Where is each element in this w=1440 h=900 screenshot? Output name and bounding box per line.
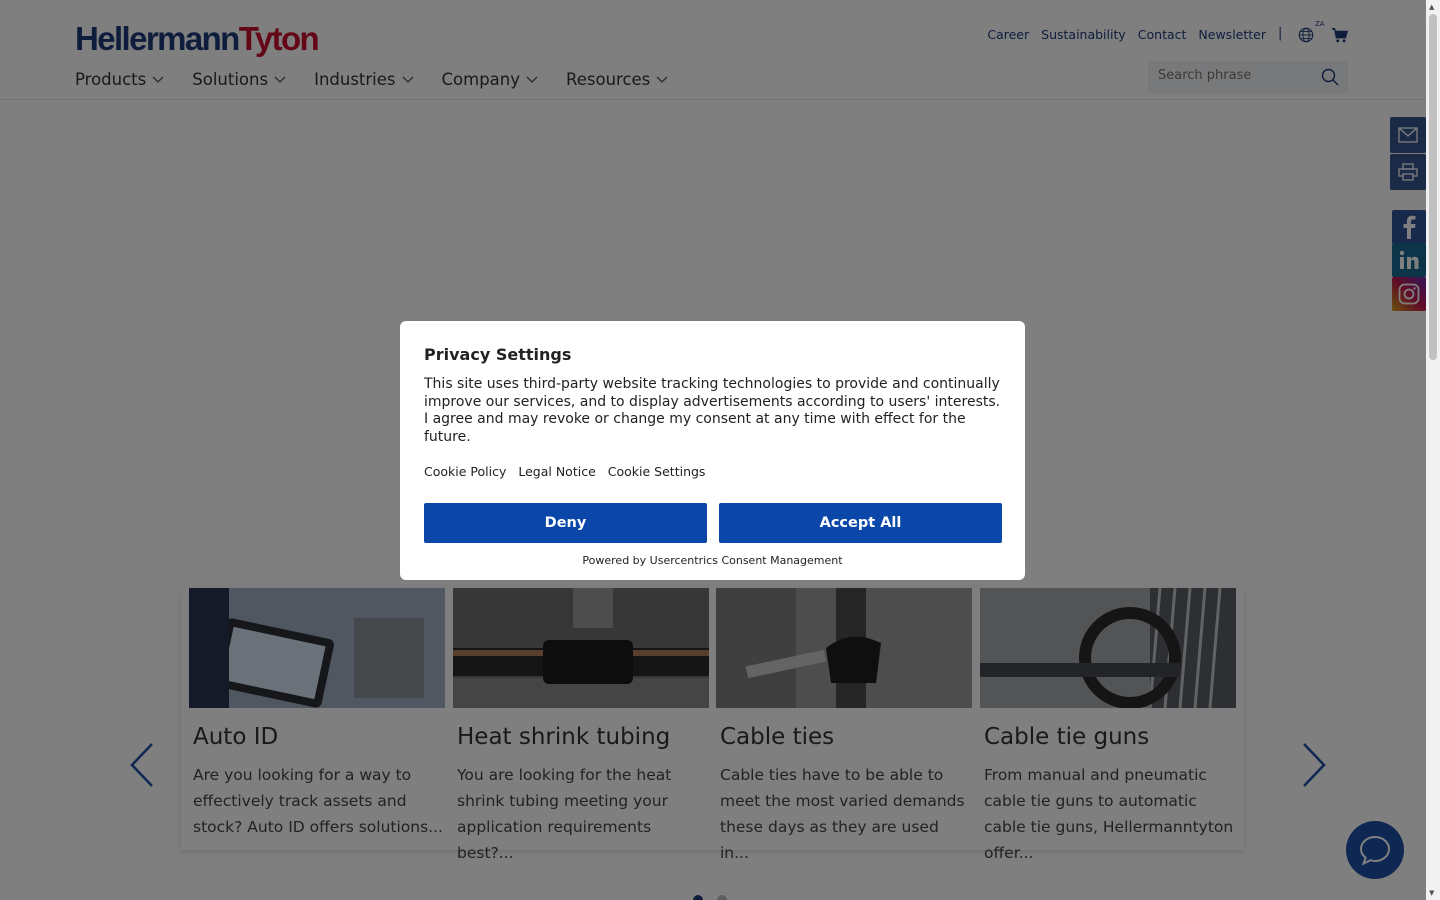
dialog-links: Cookie Policy Legal Notice Cookie Settin…: [424, 464, 705, 479]
scroll-up-icon[interactable]: ▲: [1429, 3, 1434, 11]
scroll-down-icon[interactable]: ▼: [1429, 889, 1434, 897]
dialog-body: This site uses third-party website track…: [424, 376, 1001, 445]
cookie-settings-link[interactable]: Cookie Settings: [608, 464, 706, 479]
powered-by-text[interactable]: Powered by Usercentrics Consent Manageme…: [400, 554, 1025, 567]
scrollbar-thumb[interactable]: [1429, 14, 1437, 360]
accept-all-button[interactable]: Accept All: [719, 503, 1002, 543]
privacy-settings-dialog: Privacy Settings This site uses third-pa…: [400, 321, 1025, 580]
cookie-policy-link[interactable]: Cookie Policy: [424, 464, 506, 479]
scrollbar[interactable]: ▲ ▼: [1426, 0, 1440, 900]
legal-notice-link[interactable]: Legal Notice: [518, 464, 595, 479]
dialog-title: Privacy Settings: [424, 345, 572, 364]
deny-button[interactable]: Deny: [424, 503, 707, 543]
